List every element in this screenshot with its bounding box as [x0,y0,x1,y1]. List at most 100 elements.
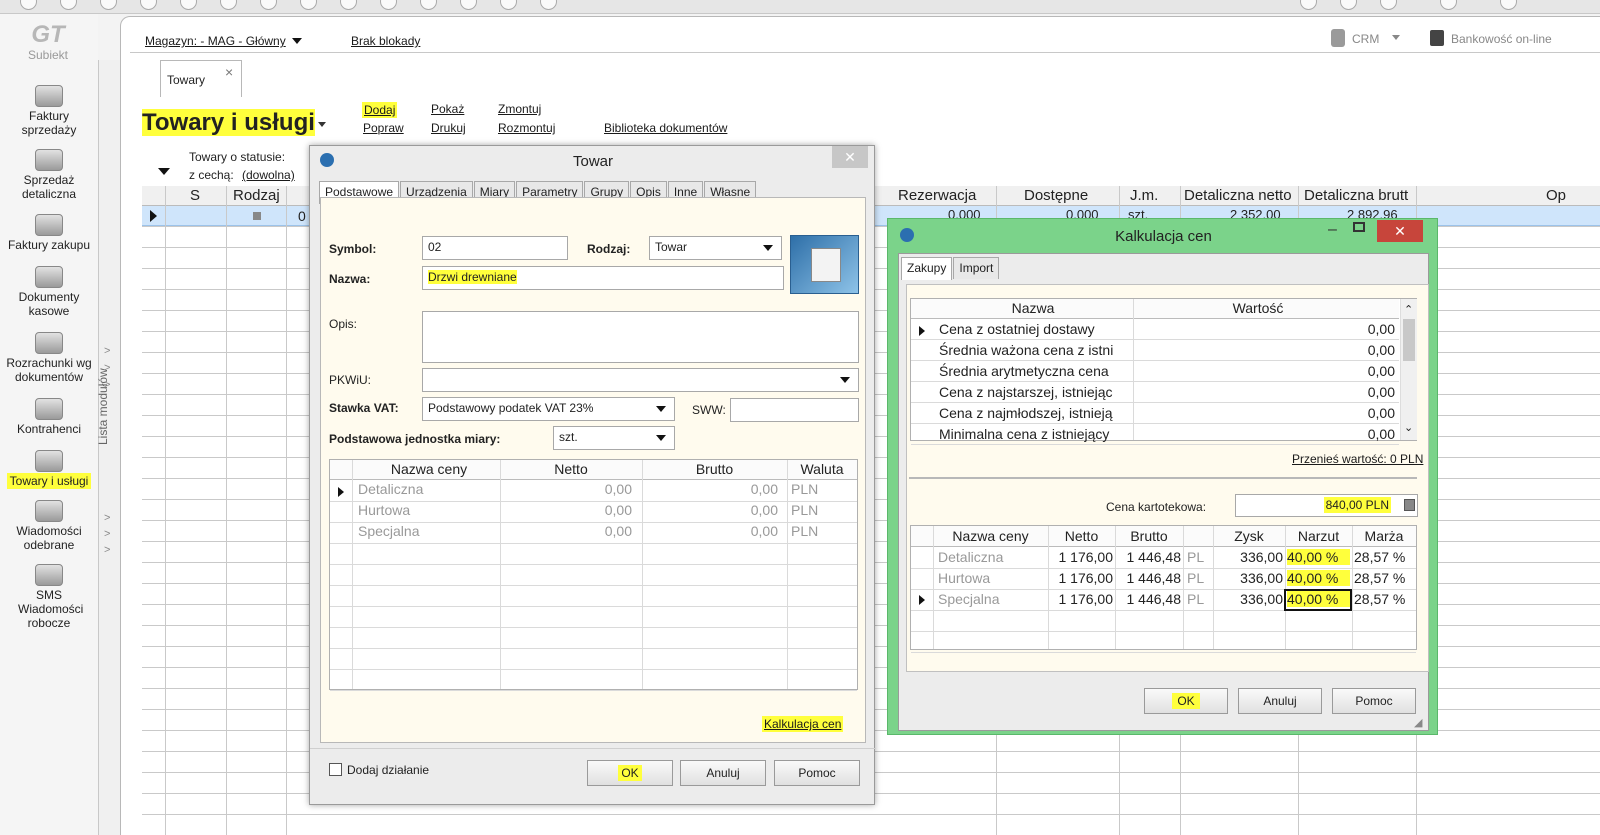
calc-cell-zysk[interactable]: 336,00 [1213,549,1283,565]
close-icon[interactable]: × [225,64,233,80]
calc-cell-netto[interactable]: 1 176,00 [1048,549,1114,565]
toolbar-icon[interactable] [1300,0,1317,10]
price-cell-waluta[interactable]: PLN [791,502,851,518]
rozmontuj-button[interactable]: Rozmontuj [498,121,555,135]
kalkulacja-cen-link[interactable]: Kalkulacja cen [762,716,844,732]
tab-towary[interactable]: Towary × [160,60,242,97]
calc-cell-cur[interactable]: PL [1187,591,1211,607]
bank-online-link[interactable]: Bankowość on-line [1451,32,1552,46]
grid-col-jm[interactable]: J.m. [1130,187,1158,204]
grid-col-det-netto[interactable]: Detaliczna netto [1184,187,1292,204]
dodaj-button[interactable]: Dodaj [362,102,398,118]
toolbar-icon[interactable] [220,0,237,10]
list-scrollbar[interactable]: ⌃ ⌄ [1400,299,1417,440]
calc-cell-marza[interactable]: 28,57 % [1354,549,1414,565]
active-cell[interactable] [1284,589,1352,611]
grid-col-rezerwacja[interactable]: Rezerwacja [898,187,976,204]
popraw-button[interactable]: Popraw [363,121,404,135]
sidebar-item-faktury-zakupu[interactable]: Faktury zakupu [0,214,98,252]
sidebar-item-sprzedaz-detaliczna[interactable]: Sprzedaż detaliczna [0,149,98,201]
list-item-value[interactable]: 0,00 [1137,405,1395,421]
toolbar-icon[interactable] [1340,0,1357,10]
sidebar-item-faktury-sprzedazy[interactable]: Faktury sprzedaży [0,85,98,137]
price-cell-name[interactable]: Detaliczna [358,481,498,497]
vat-select[interactable]: Podstawowy podatek VAT 23% [422,397,675,421]
toolbar-icon[interactable] [260,0,277,10]
toolbar-icon[interactable] [20,0,37,10]
toolbar-icon[interactable] [500,0,517,10]
pkwiu-select[interactable] [422,368,859,392]
chevron-right-icon[interactable]: > [104,362,110,374]
symbol-field[interactable]: 02 [422,236,568,260]
sidebar-item-wiadomosci[interactable]: Wiadomości odebrane [0,500,98,552]
calc-cell-brutto[interactable]: 1 446,48 [1115,591,1182,607]
scroll-up-icon[interactable]: ⌃ [1404,303,1413,316]
list-item-value[interactable]: 0,00 [1137,363,1395,379]
toolbar-icon[interactable] [180,0,197,10]
calc-cell-narzut[interactable]: 40,00 % [1287,570,1350,586]
toolbar-icon[interactable] [300,0,317,10]
calc-cell-zysk[interactable]: 336,00 [1213,570,1283,586]
list-item-value[interactable]: 0,00 [1137,321,1395,337]
chevron-right-icon[interactable]: > [104,544,110,556]
sidebar-item-sms[interactable]: SMS Wiadomości robocze [0,564,98,630]
toolbar-icon[interactable] [420,0,437,10]
calc-cell-name[interactable]: Hurtowa [938,570,1048,586]
maximize-icon[interactable] [1353,222,1365,232]
collapse-filter-icon[interactable] [158,168,170,175]
zmontuj-button[interactable]: Zmontuj [498,102,541,116]
toolbar-icon[interactable] [540,0,557,10]
sidebar-item-towary[interactable]: Towary i usługi [0,450,98,489]
grid-col-dostepne[interactable]: Dostępne [1024,187,1088,204]
kalk-pomoc-button[interactable]: Pomoc [1332,688,1416,714]
kalk-ok-button[interactable]: OK [1144,688,1228,714]
calc-cell-name[interactable]: Detaliczna [938,549,1048,565]
chevron-right-icon[interactable]: > [104,528,110,540]
kalk-anuluj-button[interactable]: Anuluj [1238,688,1322,714]
sidebar-item-rozrachunki[interactable]: Rozrachunki wg dokumentów [0,332,98,384]
toolbar-icon[interactable] [140,0,157,10]
price-cell-brutto[interactable]: 0,00 [644,481,778,497]
list-item-name[interactable]: Cena z najmłodszej, istnieją [939,405,1129,421]
calc-cell-marza[interactable]: 28,57 % [1354,591,1414,607]
rodzaj-select[interactable]: Towar [649,236,782,260]
chevron-down-icon[interactable] [318,122,326,127]
calc-cell-cur[interactable]: PL [1187,549,1211,565]
calc-cell-zysk[interactable]: 336,00 [1213,591,1283,607]
calc-cell-cur[interactable]: PL [1187,570,1211,586]
pomoc-button[interactable]: Pomoc [774,760,860,786]
toolbar-icon[interactable] [340,0,357,10]
chevron-right-icon[interactable]: > [104,345,110,357]
price-cell-waluta[interactable]: PLN [791,523,851,539]
tab-import[interactable]: Import [953,257,1000,279]
price-cell-netto[interactable]: 0,00 [502,481,632,497]
grid-col-s[interactable]: S [190,187,200,204]
toolbar-icon[interactable] [380,0,397,10]
calc-cell-netto[interactable]: 1 176,00 [1048,570,1114,586]
chevron-right-icon[interactable]: > [104,379,110,391]
toolbar-icon[interactable] [1500,0,1517,10]
nazwa-field[interactable]: Drzwi drewniane [422,266,784,290]
magazyn-selector[interactable]: Magazyn: - MAG - Główny [145,34,286,48]
blokada-link[interactable]: Brak blokady [351,34,420,48]
list-item-value[interactable]: 0,00 [1137,384,1395,400]
ok-button[interactable]: OK [587,760,673,786]
price-cell-waluta[interactable]: PLN [791,481,851,497]
scroll-thumb[interactable] [1403,319,1415,361]
toolbar-icon[interactable] [460,0,477,10]
cena-kartotekowa-field[interactable]: 840,00 PLN [1235,494,1418,517]
jm-select[interactable]: szt. [553,426,675,450]
scroll-down-icon[interactable]: ⌄ [1404,421,1413,434]
calculator-icon[interactable] [1404,499,1415,511]
calc-cell-marza[interactable]: 28,57 % [1354,570,1414,586]
toolbar-icon[interactable] [1380,0,1397,10]
calc-cell-netto[interactable]: 1 176,00 [1048,591,1114,607]
list-item-name[interactable]: Cena z najstarszej, istniejąc [939,384,1129,400]
cecha-filter-value[interactable]: (dowolna) [242,168,295,182]
grid-col-op[interactable]: Op [1546,187,1566,204]
pokaz-button[interactable]: Pokaż [431,102,464,116]
crm-menu[interactable]: CRM [1352,32,1379,46]
dodaj-dzialanie-checkbox[interactable] [329,763,342,776]
list-item-value[interactable]: 0,00 [1137,426,1395,442]
resize-grip-icon[interactable]: ◢ [1414,716,1422,729]
